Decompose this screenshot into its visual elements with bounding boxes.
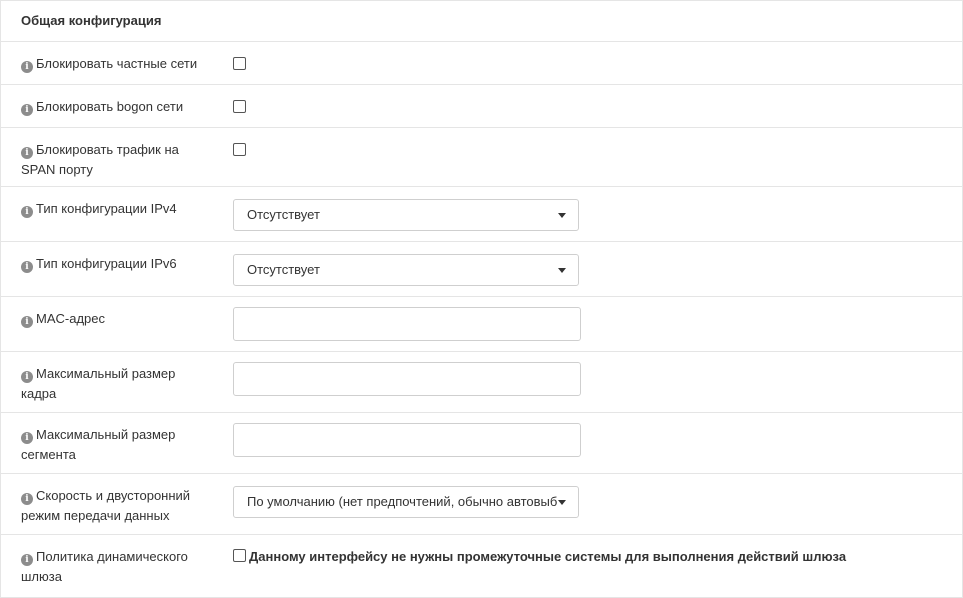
label-text: Блокировать частные сети	[36, 56, 198, 71]
row-dynamic-gateway: i Политика динамического шлюза Данному ин…	[1, 535, 962, 594]
select-speed-duplex[interactable]: По умолчанию (нет предпочтений, обычно а…	[233, 486, 579, 518]
info-icon[interactable]: i	[21, 554, 33, 566]
info-icon[interactable]: i	[21, 61, 33, 73]
mss-input[interactable]	[233, 423, 581, 457]
general-config-panel: Общая конфигурация i Блокировать частные …	[0, 0, 963, 598]
label-ipv4-type: i Тип конфигурации IPv4	[21, 199, 211, 219]
label-mss: i Максимальный размер сегмента	[21, 425, 211, 465]
row-mss: i Максимальный размер сегмента	[1, 413, 962, 474]
label-text: Максимальный размер кадра	[21, 366, 176, 401]
section-title: Общая конфигурация	[1, 1, 962, 42]
info-icon[interactable]: i	[21, 147, 33, 159]
caret-down-icon	[558, 268, 566, 273]
caret-down-icon	[558, 500, 566, 505]
row-ipv6-type: i Тип конфигурации IPv6 Отсутствует	[1, 242, 962, 297]
row-speed-duplex: i Скорость и двусторонний режим передачи …	[1, 474, 962, 535]
info-icon[interactable]: i	[21, 261, 33, 273]
select-value: Отсутствует	[247, 207, 320, 222]
info-icon[interactable]: i	[21, 104, 33, 116]
label-text: Максимальный размер сегмента	[21, 427, 176, 462]
row-ipv4-type: i Тип конфигурации IPv4 Отсутствует	[1, 187, 962, 242]
select-value: По умолчанию (нет предпочтений, обычно а…	[247, 494, 557, 509]
label-ipv6-type: i Тип конфигурации IPv6	[21, 254, 211, 274]
row-block-bogon: i Блокировать bogon сети	[1, 85, 962, 128]
row-mtu: i Максимальный размер кадра	[1, 352, 962, 413]
label-text: Скорость и двусторонний режим передачи д…	[21, 488, 191, 523]
checkbox-block-span[interactable]	[233, 143, 246, 156]
label-text: Тип конфигурации IPv6	[36, 256, 177, 271]
label-text: Политика динамического шлюза	[21, 549, 188, 584]
label-dynamic-gateway: i Политика динамического шлюза	[21, 547, 211, 587]
label-block-private: i Блокировать частные сети	[21, 54, 211, 74]
label-text: Тип конфигурации IPv4	[36, 201, 177, 216]
caret-down-icon	[558, 213, 566, 218]
label-block-span: i Блокировать трафик на SPAN порту	[21, 140, 211, 180]
mac-address-input[interactable]	[233, 307, 581, 341]
checkbox-block-private[interactable]	[233, 57, 246, 70]
info-icon[interactable]: i	[21, 206, 33, 218]
select-ipv6-type[interactable]: Отсутствует	[233, 254, 579, 286]
row-mac-address: i MAC-адрес	[1, 297, 962, 352]
label-block-bogon: i Блокировать bogon сети	[21, 97, 211, 117]
label-text: MAC-адрес	[36, 311, 105, 326]
checkbox-block-bogon[interactable]	[233, 100, 246, 113]
checkbox-dynamic-gateway[interactable]	[233, 549, 246, 562]
row-block-private: i Блокировать частные сети	[1, 42, 962, 85]
info-icon[interactable]: i	[21, 316, 33, 328]
select-value: Отсутствует	[247, 262, 320, 277]
dynamic-gateway-text: Данному интерфейсу не нужны промежуточны…	[249, 549, 847, 564]
mtu-input[interactable]	[233, 362, 581, 396]
label-mtu: i Максимальный размер кадра	[21, 364, 211, 404]
label-mac-address: i MAC-адрес	[21, 309, 211, 329]
row-block-span: i Блокировать трафик на SPAN порту	[1, 128, 962, 187]
select-ipv4-type[interactable]: Отсутствует	[233, 199, 579, 231]
label-text: Блокировать bogon сети	[36, 99, 184, 114]
info-icon[interactable]: i	[21, 371, 33, 383]
info-icon[interactable]: i	[21, 493, 33, 505]
dynamic-gateway-option[interactable]: Данному интерфейсу не нужны промежуточны…	[233, 549, 846, 564]
label-speed-duplex: i Скорость и двусторонний режим передачи …	[21, 486, 211, 526]
info-icon[interactable]: i	[21, 432, 33, 444]
label-text: Блокировать трафик на SPAN порту	[21, 142, 179, 177]
